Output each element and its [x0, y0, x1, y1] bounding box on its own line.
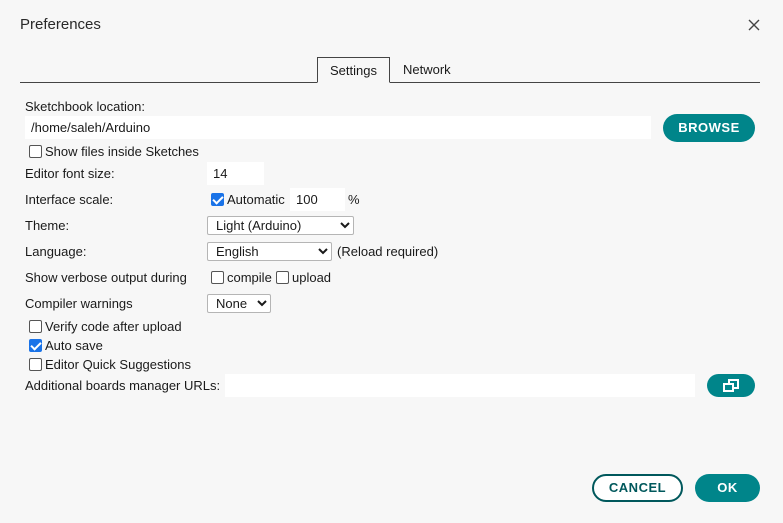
autosave-checkbox[interactable]	[29, 339, 42, 352]
cancel-button[interactable]: CANCEL	[592, 474, 683, 502]
verbose-label: Show verbose output during	[25, 270, 187, 285]
ok-button[interactable]: OK	[695, 474, 760, 502]
external-window-icon	[723, 379, 739, 392]
dialog-title: Preferences	[20, 16, 101, 33]
sketchbook-label: Sketchbook location:	[25, 99, 145, 114]
theme-label: Theme:	[25, 218, 70, 233]
upload-label: upload	[292, 270, 332, 285]
compile-label: compile	[227, 270, 272, 285]
language-label: Language:	[25, 244, 87, 259]
boards-url-input[interactable]	[225, 374, 695, 397]
open-urls-editor-button[interactable]	[707, 374, 755, 397]
browse-button[interactable]: BROWSE	[663, 114, 755, 142]
boards-url-label: Additional boards manager URLs:	[25, 378, 221, 393]
font-size-input[interactable]	[207, 162, 264, 185]
show-files-label: Show files inside Sketches	[45, 144, 199, 159]
tab-divider	[20, 82, 760, 83]
verify-label: Verify code after upload	[45, 319, 182, 334]
quick-suggestions-label: Editor Quick Suggestions	[45, 357, 191, 372]
autosave-label: Auto save	[45, 338, 103, 353]
theme-select[interactable]: Light (Arduino)	[207, 216, 354, 235]
interface-scale-input[interactable]	[290, 188, 345, 211]
font-size-label: Editor font size:	[25, 166, 115, 181]
upload-checkbox[interactable]	[276, 271, 289, 284]
scale-unit: %	[348, 192, 360, 207]
close-icon[interactable]	[745, 16, 763, 34]
verify-checkbox[interactable]	[29, 320, 42, 333]
automatic-scale-checkbox[interactable]	[211, 193, 224, 206]
compile-checkbox[interactable]	[211, 271, 224, 284]
tab-settings[interactable]: Settings	[317, 57, 390, 83]
interface-scale-label: Interface scale:	[25, 192, 114, 207]
quick-suggestions-checkbox[interactable]	[29, 358, 42, 371]
tab-network[interactable]: Network	[391, 57, 463, 83]
warnings-select[interactable]: None	[207, 294, 271, 313]
show-files-checkbox[interactable]	[29, 145, 42, 158]
sketchbook-path-input[interactable]	[25, 116, 651, 139]
warnings-label: Compiler warnings	[25, 296, 133, 311]
reload-note: (Reload required)	[337, 244, 439, 259]
automatic-scale-label: Automatic	[227, 192, 285, 207]
language-select[interactable]: English	[207, 242, 332, 261]
